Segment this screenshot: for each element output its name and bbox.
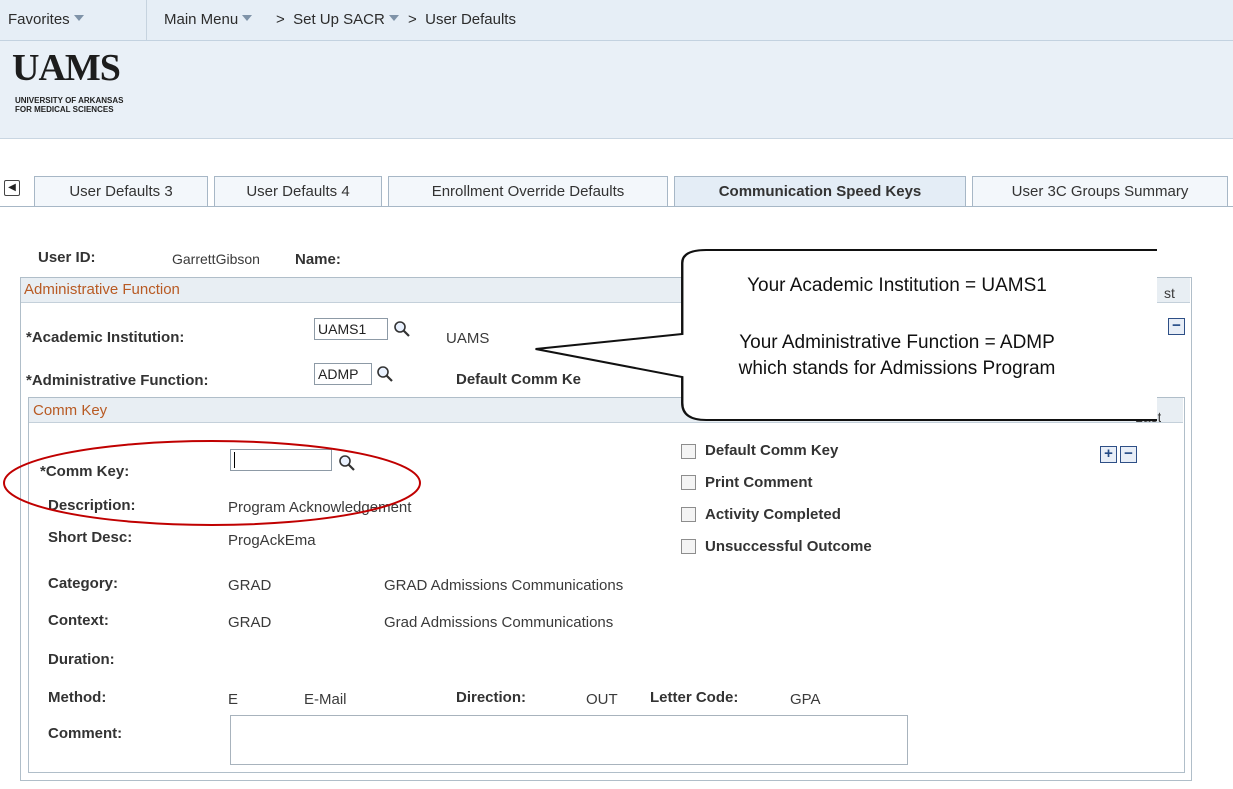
navigation-last-link[interactable]: st	[1164, 285, 1175, 301]
direction-value: OUT	[586, 691, 618, 708]
unsuccessful-outcome-checkbox-label: Unsuccessful Outcome	[705, 538, 872, 555]
print-comment-checkbox-label: Print Comment	[705, 474, 813, 491]
delete-row-button[interactable]: −	[1168, 318, 1185, 335]
breadcrumb-setup-sacr[interactable]: > Set Up SACR	[276, 11, 399, 28]
administrative-function-input[interactable]: ADMP	[314, 363, 372, 385]
uams-logo-subtitle: UNIVERSITY OF ARKANSAS FOR MEDICAL SCIEN…	[15, 96, 175, 114]
short-desc-value: ProgAckEma	[228, 532, 316, 549]
comm-key-title: Comm Key	[33, 402, 108, 419]
uams-logo: UAMS	[12, 47, 121, 89]
academic-institution-input[interactable]: UAMS1	[314, 318, 388, 340]
letter-code-label: Letter Code:	[650, 689, 739, 706]
tab-user-defaults-3[interactable]: User Defaults 3	[34, 176, 208, 207]
comment-label: Comment:	[48, 725, 123, 742]
direction-label: Direction:	[456, 689, 527, 706]
context-label: Context:	[48, 612, 109, 629]
logo-subtitle-line: FOR MEDICAL SCIENCES	[15, 105, 114, 114]
chevron-down-icon	[242, 15, 253, 21]
favorites-menu[interactable]: Favorites	[8, 11, 84, 28]
duration-label: Duration:	[48, 651, 115, 668]
tab-baseline	[0, 206, 1233, 207]
method-label: Method:	[48, 689, 107, 706]
tab-user-3c-groups-summary[interactable]: User 3C Groups Summary	[972, 176, 1228, 207]
header-banner	[0, 41, 1233, 139]
context-description: Grad Admissions Communications	[384, 614, 614, 631]
lookup-icon[interactable]	[393, 320, 411, 338]
chevron-down-icon	[388, 15, 399, 21]
activity-completed-checkbox[interactable]	[681, 507, 696, 522]
delete-row-button[interactable]: −	[1120, 446, 1137, 463]
top-navigation-bar: Favorites Main Menu > Set Up SACR > User…	[0, 0, 1233, 41]
category-code: GRAD	[228, 577, 272, 594]
comment-textarea[interactable]	[230, 715, 908, 765]
unsuccessful-outcome-checkbox[interactable]	[681, 539, 696, 554]
user-id-value: GarrettGibson	[172, 251, 260, 267]
category-description: GRAD Admissions Communications	[384, 577, 624, 594]
lookup-icon[interactable]	[376, 365, 394, 383]
user-id-label: User ID:	[38, 249, 96, 266]
context-code: GRAD	[228, 614, 272, 631]
main-menu[interactable]: Main Menu	[164, 11, 253, 28]
tab-communication-speed-keys[interactable]: Communication Speed Keys	[674, 176, 966, 207]
annotation-highlight-ellipse	[3, 440, 421, 526]
callout-text-line: which stands for Admissions Program	[738, 358, 1056, 379]
activity-completed-checkbox-label: Activity Completed	[705, 506, 841, 523]
tab-user-defaults-4[interactable]: User Defaults 4	[214, 176, 382, 207]
academic-institution-label: *Academic Institution:	[26, 329, 185, 346]
category-label: Category:	[48, 575, 119, 592]
print-comment-checkbox[interactable]	[681, 475, 696, 490]
logo-subtitle-line: UNIVERSITY OF ARKANSAS	[15, 96, 124, 105]
default-comm-key-checkbox[interactable]	[681, 444, 696, 459]
letter-code-value: GPA	[790, 691, 821, 708]
breadcrumb-user-defaults[interactable]: > User Defaults	[408, 11, 516, 28]
chevron-down-icon	[73, 15, 84, 21]
administrative-function-label: *Administrative Function:	[26, 372, 209, 389]
callout-text-line: Your Administrative Function = ADMP	[739, 332, 1055, 353]
administrative-function-title: Administrative Function	[24, 281, 180, 298]
add-row-button[interactable]: +	[1100, 446, 1117, 463]
academic-institution-description: UAMS	[446, 330, 490, 347]
callout-line-institution: Your Academic Institution = UAMS1	[747, 275, 1047, 296]
name-label: Name:	[295, 251, 341, 268]
callout-line-function: Your Administrative Function = ADMP whic…	[637, 330, 1157, 382]
tab-scroll-left-icon[interactable]: ◀	[4, 180, 20, 196]
method-code: E	[228, 691, 239, 708]
short-desc-label: Short Desc:	[48, 529, 133, 546]
default-comm-key-checkbox-label: Default Comm Key	[705, 442, 839, 459]
method-description: E-Mail	[304, 691, 347, 708]
tab-enrollment-override-defaults[interactable]: Enrollment Override Defaults	[388, 176, 668, 207]
nav-divider	[146, 0, 147, 40]
